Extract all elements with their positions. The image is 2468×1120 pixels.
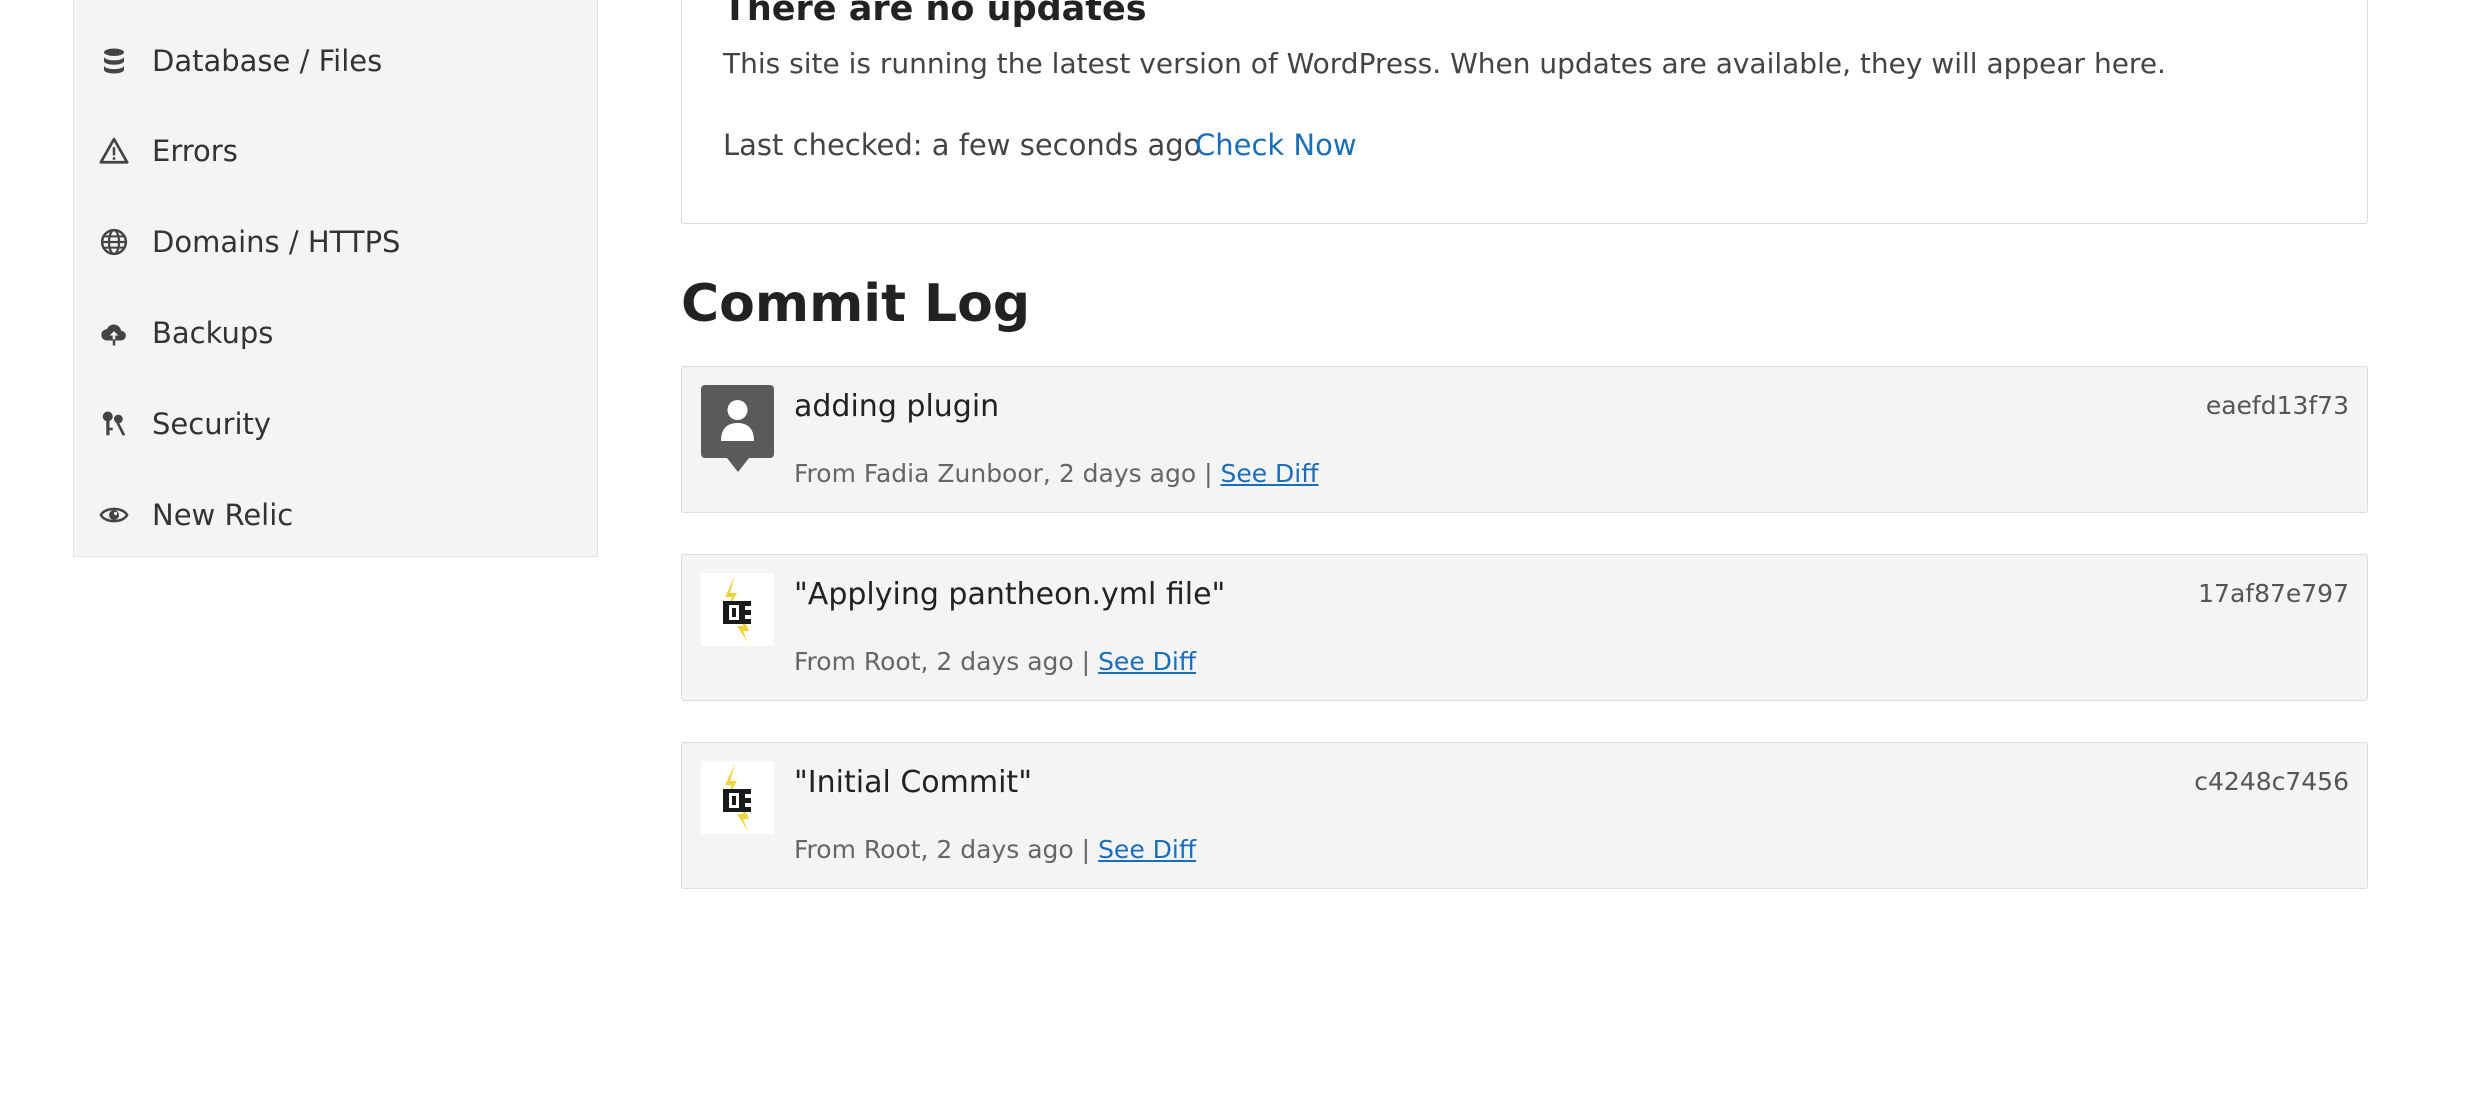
sidebar-item-new-relic[interactable]: New Relic [74,485,597,545]
person-avatar-icon [701,385,774,472]
warning-icon [98,135,130,167]
commit-author-date: From Root, 2 days ago [794,647,1074,676]
updates-panel [681,0,2368,224]
globe-icon [98,226,130,258]
commit-meta: From Root, 2 days ago | See Diff [794,835,1196,864]
sidebar-item-label: New Relic [152,498,294,532]
sidebar-item-errors[interactable]: Errors [74,121,597,181]
commit-message: "Applying pantheon.yml file" [794,577,1226,612]
see-diff-link[interactable]: See Diff [1220,459,1318,488]
database-icon [98,45,130,77]
meta-separator: | [1081,647,1091,676]
commit-hash[interactable]: 17af87e797 [2198,579,2349,608]
sidebar-item-label: Security [152,407,272,441]
sidebar-item-database-files[interactable]: Database / Files [74,31,597,91]
updates-description: This site is running the latest version … [723,47,2166,80]
sidebar-item-domains-https[interactable]: Domains / HTTPS [74,212,597,272]
sidebar-item-backups[interactable]: Backups [74,303,597,363]
pantheon-logo-icon [701,761,774,834]
commit-message: adding plugin [794,389,1000,424]
see-diff-link[interactable]: See Diff [1098,835,1196,864]
meta-separator: | [1081,835,1091,864]
commit-item: "Applying pantheon.yml file" 17af87e797 … [681,554,2368,701]
commit-hash[interactable]: c4248c7456 [2194,767,2349,796]
see-diff-link[interactable]: See Diff [1098,647,1196,676]
sidebar-item-label: Domains / HTTPS [152,225,401,259]
sidebar-item-label: Backups [152,316,274,350]
cloud-upload-icon [98,317,130,349]
sidebar-nav: Database / Files Errors Domains / HTTPS … [73,0,598,557]
eye-icon [98,499,130,531]
updates-title: There are no updates [723,0,1147,29]
last-checked-text: Last checked: a few seconds ago [723,128,1202,162]
keys-icon [98,408,130,440]
check-now-link[interactable]: Check Now [1195,128,1357,162]
commit-item: "Initial Commit" c4248c7456 From Root, 2… [681,742,2368,889]
sidebar-item-label: Database / Files [152,44,383,78]
commit-item: adding plugin eaefd13f73 From Fadia Zunb… [681,366,2368,513]
commit-message: "Initial Commit" [794,765,1032,800]
pantheon-logo-icon [701,573,774,646]
sidebar-item-security[interactable]: Security [74,394,597,454]
commit-meta: From Root, 2 days ago | See Diff [794,647,1196,676]
commit-author-date: From Fadia Zunboor, 2 days ago [794,459,1197,488]
commit-hash[interactable]: eaefd13f73 [2206,391,2349,420]
commit-log-heading: Commit Log [681,274,1031,334]
meta-separator: | [1204,459,1213,488]
commit-meta: From Fadia Zunboor, 2 days ago | See Dif… [794,459,1318,488]
sidebar-item-label: Errors [152,134,238,168]
commit-author-date: From Root, 2 days ago [794,835,1074,864]
